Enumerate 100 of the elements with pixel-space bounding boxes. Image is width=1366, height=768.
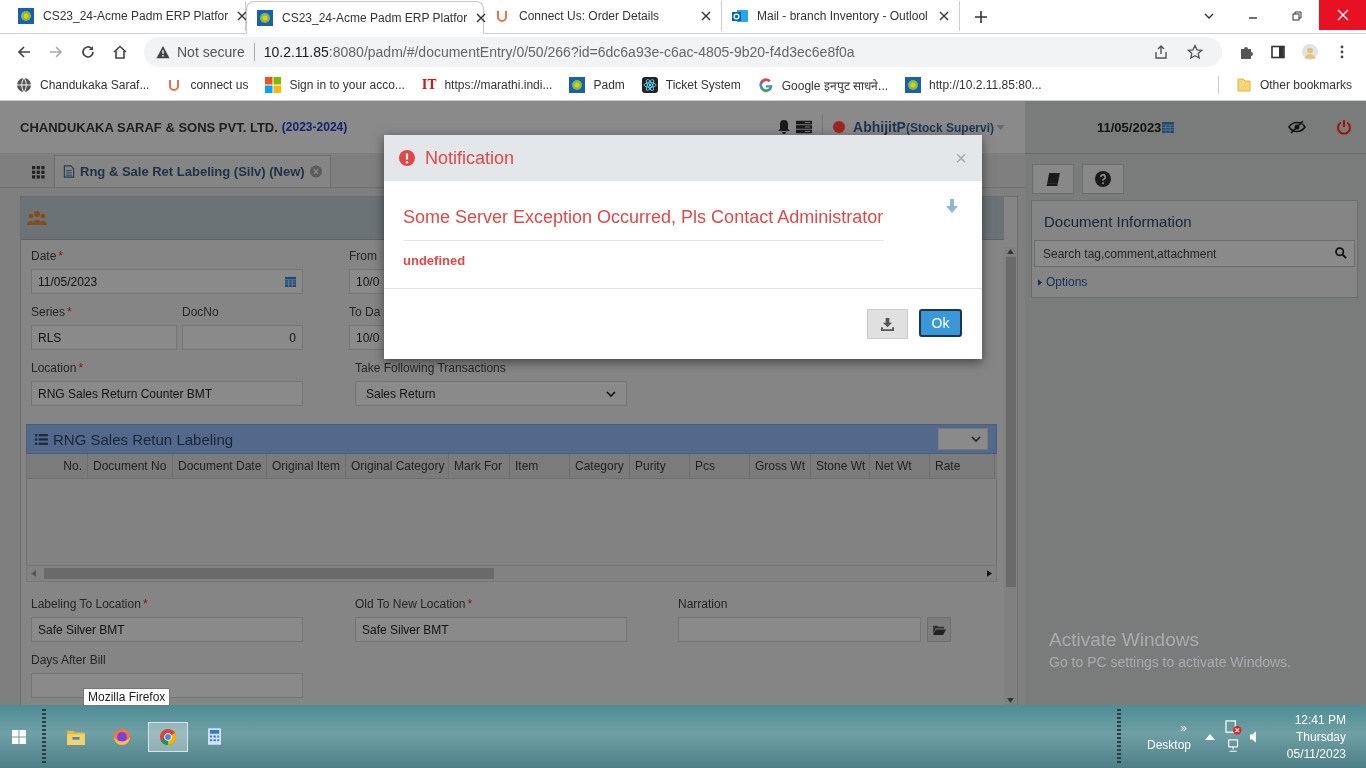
- help-icon[interactable]: [1095, 171, 1111, 187]
- back-icon[interactable]: [16, 44, 32, 60]
- computer-icon[interactable]: [1226, 739, 1241, 753]
- taskbar-app[interactable]: [148, 721, 188, 752]
- chevron-down-icon: [606, 390, 616, 397]
- clock-time: 12:41 PM: [1294, 712, 1346, 727]
- address-bar[interactable]: Not secure 10.2.11.85:8080/padm/#/documentEntry/0/50/266?id=6dc6a93e-c6ac-4805-9b20-f4d3ec6e8f0a: [144, 37, 1222, 67]
- field-label: Days After Bill: [31, 652, 106, 668]
- location-field[interactable]: RNG Sales Return Counter BMT: [31, 381, 303, 406]
- browser-tab[interactable]: Mail - branch Inventory - Outlool: [722, 1, 960, 31]
- puzzle-icon[interactable]: [1238, 44, 1254, 60]
- bookmark[interactable]: Sign in to your acco...: [265, 77, 405, 93]
- panel-title: Document Information: [1043, 212, 1193, 232]
- browser-tab[interactable]: Connect Us: Order Details: [484, 1, 722, 31]
- calendar-icon[interactable]: [285, 276, 296, 287]
- close-icon[interactable]: [701, 11, 711, 21]
- field-label: Take Following Transactions: [355, 360, 506, 376]
- folder-icon[interactable]: [932, 624, 946, 635]
- exclamation-icon: [399, 150, 415, 166]
- field-label: From: [349, 248, 377, 264]
- bookmark-label: Other bookmarks: [1259, 78, 1352, 92]
- options-link[interactable]: Options: [1032, 267, 1357, 291]
- down-arrow-icon[interactable]: [1007, 698, 1014, 703]
- folder-icon: [1235, 77, 1252, 93]
- security-label: Not secure: [177, 44, 245, 60]
- bookmark[interactable]: Ticket System: [641, 77, 741, 93]
- bookmark[interactable]: http://10.2.11.85:80...: [905, 77, 1042, 93]
- bell-icon[interactable]: [776, 119, 793, 135]
- plus-icon[interactable]: [974, 10, 988, 24]
- windows-logo-icon[interactable]: [12, 729, 26, 744]
- bookmark-folder[interactable]: Other bookmarks: [1235, 77, 1352, 93]
- tab-title: Rng & Sale Ret Labeling (Silv) (New): [80, 164, 305, 179]
- tab-title: Connect Us: Order Details: [519, 9, 661, 23]
- forward-icon[interactable]: [48, 44, 64, 60]
- download-button[interactable]: [867, 309, 908, 339]
- caret-icon[interactable]: [1038, 278, 1042, 286]
- bookmark[interactable]: IT https://marathi.indi...: [421, 78, 553, 92]
- date-field[interactable]: 11/05/2023: [31, 269, 303, 294]
- bookmark-label: connect us: [190, 78, 249, 92]
- document-tab[interactable]: Rng & Sale Ret Labeling (Silv) (New): [54, 155, 331, 187]
- tab-title: CS23_24-Acme Padm ERP Platfor: [282, 11, 468, 25]
- close-icon[interactable]: [237, 11, 248, 21]
- field-label: Labeling To Location *: [31, 596, 148, 612]
- desktop-toolbar-label[interactable]: Desktop: [1146, 737, 1191, 752]
- share-icon[interactable]: [1153, 44, 1169, 60]
- field-label: Series *: [31, 304, 72, 320]
- transactions-dropdown[interactable]: Sales Return: [355, 381, 627, 406]
- ok-button[interactable]: Ok: [919, 309, 962, 337]
- help-button[interactable]: [1082, 164, 1124, 194]
- calendar-icon[interactable]: [1162, 121, 1175, 133]
- eye-slash-icon[interactable]: [1288, 120, 1306, 134]
- bookmark[interactable]: Chandukaka Saraf...: [16, 77, 150, 93]
- vertical-scrollbar[interactable]: [1004, 247, 1017, 705]
- mail-icon: [732, 8, 748, 24]
- location-field[interactable]: Safe Silver BMT: [355, 617, 627, 642]
- logo-text: IT: [421, 78, 437, 92]
- search-field[interactable]: Search tag,comment,attachment: [1034, 240, 1355, 267]
- clock-date: 05/11/2023: [1286, 746, 1346, 761]
- network-error-icon[interactable]: [1225, 720, 1242, 735]
- close-icon[interactable]: [476, 13, 487, 23]
- doc-number-field[interactable]: 0: [182, 325, 303, 350]
- side-panel-icon[interactable]: [1270, 44, 1286, 60]
- bookmark-label: Google इनपुट साधने...: [781, 77, 889, 94]
- gear-icon: [905, 77, 922, 93]
- clock-day: Thursday: [1295, 729, 1346, 744]
- reload-icon[interactable]: [80, 44, 96, 60]
- horizontal-scrollbar[interactable]: [26, 565, 997, 582]
- warning-icon: [156, 45, 170, 59]
- location-field[interactable]: Safe Silver BMT: [31, 617, 303, 642]
- bookmark[interactable]: Padm: [569, 77, 625, 93]
- overflow-chevron[interactable]: »: [1180, 721, 1187, 734]
- fiscal-year: (2023-2024): [281, 120, 348, 134]
- grid-icon[interactable]: [31, 165, 45, 179]
- tab-title: CS23_24-Acme Padm ERP Platfor: [43, 9, 229, 23]
- browser-logo-icon[interactable]: [159, 727, 177, 746]
- book-button[interactable]: [1032, 164, 1074, 194]
- close-icon[interactable]: [939, 11, 949, 21]
- download-icon[interactable]: [881, 317, 894, 331]
- browser-tab[interactable]: CS23_24-Acme Padm ERP Platfor: [8, 1, 246, 31]
- browser-tab[interactable]: CS23_24-Acme Padm ERP Platfor: [246, 1, 484, 34]
- search-icon[interactable]: [1335, 247, 1347, 259]
- folder-icon[interactable]: [67, 728, 85, 745]
- calculator-icon[interactable]: [207, 728, 221, 745]
- user-menu[interactable]: AbhijitP(Stock Supervi): [853, 119, 994, 135]
- bookmark[interactable]: Google इनपुट साधने...: [757, 76, 889, 94]
- restore-icon[interactable]: [1291, 10, 1303, 22]
- document-icon: [63, 165, 75, 178]
- browser-logo-icon[interactable]: [113, 727, 131, 746]
- bookmark-label: Chandukaka Saraf...: [40, 78, 150, 92]
- bookmark[interactable]: connect us: [166, 77, 249, 93]
- attach-button[interactable]: [927, 617, 951, 642]
- server-icon[interactable]: [796, 119, 813, 135]
- series-field[interactable]: RLS: [31, 325, 177, 350]
- star-icon[interactable]: [1187, 44, 1203, 60]
- right-arrow-icon[interactable]: [987, 570, 992, 577]
- home-icon[interactable]: [112, 44, 128, 60]
- up-arrow-icon[interactable]: [1007, 249, 1014, 254]
- book-icon[interactable]: [1045, 171, 1061, 187]
- bookmark-label: http://10.2.11.85:80...: [929, 78, 1042, 92]
- error-detail: undefined: [403, 253, 467, 268]
